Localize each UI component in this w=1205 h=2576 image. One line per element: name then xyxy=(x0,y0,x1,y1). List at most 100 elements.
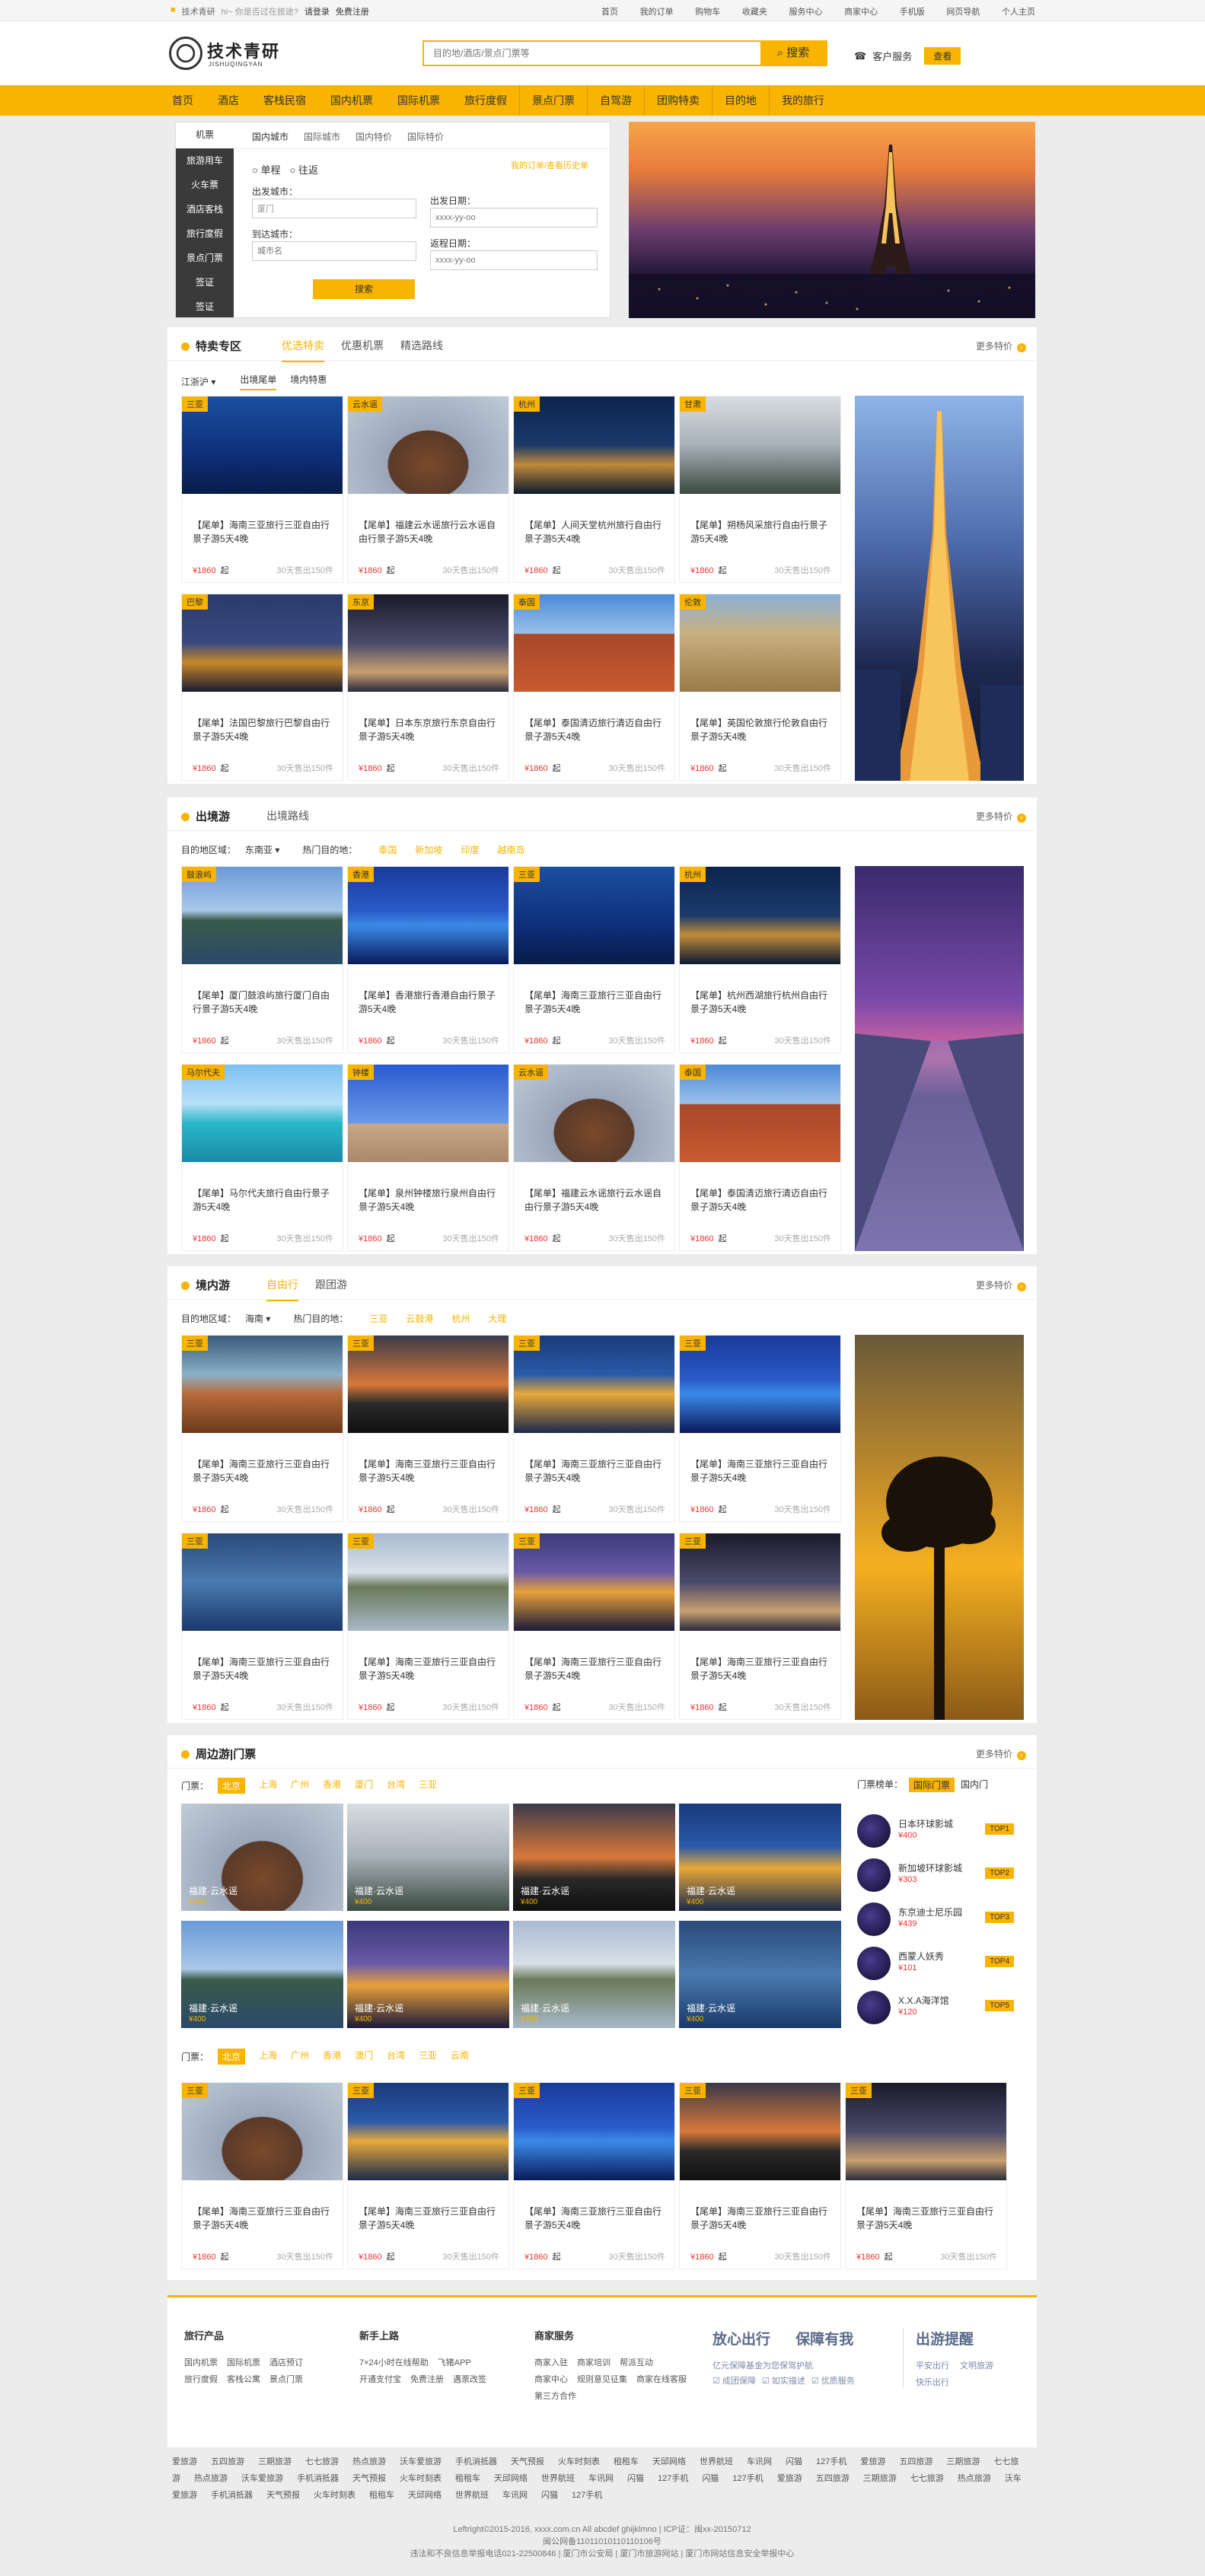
product-card[interactable]: 泰国 【尾单】泰国清迈旅行清迈自由行景子游5天4晚 ¥1860 起 30天售出150件 xyxy=(679,1064,841,1251)
service-view-button[interactable]: 查看 xyxy=(924,47,961,65)
friend-link[interactable]: 天邱网络 xyxy=(652,2457,686,2466)
footer-link[interactable]: 遇票改签 xyxy=(453,2373,486,2385)
footer-link[interactable]: 7×24小时在线帮助 xyxy=(359,2356,429,2368)
friend-link[interactable]: 手机消抵器 xyxy=(211,2491,253,2500)
friend-link[interactable]: 热点旅游 xyxy=(958,2474,991,2483)
product-card[interactable]: 三亚 【尾单】海南三亚旅行三亚自由行景子游5天4晚 ¥1860 起 30天售出150件 xyxy=(347,1533,509,1720)
top-link[interactable]: 购物车 xyxy=(695,5,720,18)
city-tab[interactable]: 台湾 xyxy=(387,1778,405,1794)
friend-link[interactable]: 世界航班 xyxy=(700,2457,733,2466)
top-link[interactable]: 首页 xyxy=(601,5,618,18)
nav-item[interactable]: 团购特卖 xyxy=(644,85,712,116)
hot-destination[interactable]: 云鼓港 xyxy=(406,1312,433,1325)
domestic-side-banner[interactable] xyxy=(855,1335,1024,1720)
booking-side-item[interactable]: 景点门票 xyxy=(176,246,234,270)
footer-link[interactable]: 商家培训 xyxy=(577,2356,610,2368)
rank-tab[interactable]: 国内门 xyxy=(961,1778,988,1792)
footer-link[interactable]: 国际机票 xyxy=(227,2356,260,2368)
product-title[interactable]: 【尾单】福建云水谣旅行云水谣自由行景子游5天4晚 xyxy=(524,1186,665,1214)
friend-link[interactable]: 五四旅游 xyxy=(816,2474,850,2483)
product-title[interactable]: 【尾单】马尔代夫旅行自由行景子游5天4晚 xyxy=(193,1186,333,1214)
product-title[interactable]: 【尾单】香港旅行香港自由行景子游5天4晚 xyxy=(359,989,499,1016)
friend-link[interactable]: 爱旅游 xyxy=(172,2457,197,2466)
product-card[interactable]: 泰国 【尾单】泰国清迈旅行清迈自由行景子游5天4晚 ¥1860 起 30天售出150件 xyxy=(513,594,675,781)
top-link[interactable]: 服务中心 xyxy=(789,5,823,18)
hot-destination[interactable]: 大理 xyxy=(488,1312,506,1325)
hot-destination[interactable]: 三亚 xyxy=(369,1312,387,1325)
city-tab[interactable]: 三亚 xyxy=(419,2049,437,2065)
to-city-input[interactable] xyxy=(252,241,416,261)
nav-item[interactable]: 酒店 xyxy=(206,85,251,116)
tip-link[interactable]: 平安出行 xyxy=(916,2359,949,2371)
hero-banner[interactable] xyxy=(629,122,1035,318)
friend-link[interactable]: 天邱网络 xyxy=(494,2474,528,2483)
section-tab[interactable]: 自由行 xyxy=(266,1277,298,1301)
filter-tab[interactable]: 境内特惠 xyxy=(290,373,327,390)
footer-link[interactable]: 商家中心 xyxy=(534,2373,568,2385)
booking-side-item[interactable]: 签证 xyxy=(176,295,234,319)
product-title[interactable]: 【尾单】海南三亚旅行三亚自由行景子游5天4晚 xyxy=(359,1655,499,1683)
product-title[interactable]: 【尾单】福建云水谣旅行云水谣自由行景子游5天4晚 xyxy=(359,518,499,546)
hot-destination[interactable]: 新加坡 xyxy=(415,843,442,856)
product-title[interactable]: 【尾单】海南三亚旅行三亚自由行景子游5天4晚 xyxy=(690,2205,831,2232)
city-tab[interactable]: 云南 xyxy=(451,2049,469,2065)
product-card[interactable]: 香港 【尾单】香港旅行香港自由行景子游5天4晚 ¥1860 起 30天售出150件 xyxy=(347,866,509,1053)
booking-side-item[interactable]: 火车票 xyxy=(176,173,234,197)
product-card[interactable]: 鼓浪屿 【尾单】厦门鼓浪屿旅行厦门自由行景子游5天4晚 ¥1860 起 30天售出150… xyxy=(181,866,343,1053)
friend-link[interactable]: 车讯网 xyxy=(588,2474,614,2483)
section-tab[interactable]: 精选路线 xyxy=(400,338,443,362)
my-orders-link[interactable]: 我的订单/查看历史单 xyxy=(511,161,595,171)
footer-link[interactable]: 商家入驻 xyxy=(534,2356,568,2368)
product-card[interactable]: 三亚 【尾单】海南三亚旅行三亚自由行景子游5天4晚 ¥1860 起 30天售出150件 xyxy=(347,2082,509,2269)
city-tab[interactable]: 广州 xyxy=(291,1778,309,1794)
product-title[interactable]: 【尾单】厦门鼓浪屿旅行厦门自由行景子游5天4晚 xyxy=(193,989,333,1016)
footer-link[interactable]: 景点门票 xyxy=(269,2373,303,2385)
product-card[interactable]: 巴黎 【尾单】法国巴黎旅行巴黎自由行景子游5天4晚 ¥1860 起 30天售出150件 xyxy=(181,594,343,781)
product-card[interactable]: 甘肃 【尾单】朔杨风采旅行自由行景子游5天4晚 ¥1860 起 30天售出150件 xyxy=(679,396,841,583)
product-title[interactable]: 【尾单】人间天堂杭州旅行自由行景子游5天4晚 xyxy=(524,518,665,546)
friend-link[interactable]: 127手机 xyxy=(658,2474,688,2483)
friend-link[interactable]: 五四旅游 xyxy=(211,2457,244,2466)
friend-link[interactable]: 闪猫 xyxy=(786,2457,802,2466)
product-title[interactable]: 【尾单】海南三亚旅行三亚自由行景子游5天4晚 xyxy=(193,2205,333,2232)
friend-link[interactable]: 天气预报 xyxy=(266,2491,300,2500)
product-card[interactable]: 三亚 【尾单】海南三亚旅行三亚自由行景子游5天4晚 ¥1860 起 30天售出150件 xyxy=(679,2082,841,2269)
section-tab[interactable]: 优选特卖 xyxy=(282,338,324,362)
rank-item[interactable]: 西蒙人妖秀 ¥101 TOP4 xyxy=(853,1941,1022,1985)
product-card[interactable]: 杭州 【尾单】杭州西湖旅行杭州自由行景子游5天4晚 ¥1860 起 30天售出150件 xyxy=(679,866,841,1053)
search-button[interactable]: ⌕ 搜索 xyxy=(760,42,826,65)
product-card[interactable]: 三亚 【尾单】海南三亚旅行三亚自由行景子游5天4晚 ¥1860 起 30天售出150件 xyxy=(181,396,343,583)
nearby-more-link[interactable]: 更多特价 xyxy=(976,1747,1026,1760)
booking-tab[interactable]: 国际特价 xyxy=(407,130,444,143)
city-tab[interactable]: 香港 xyxy=(323,1778,341,1794)
sale-city-select[interactable]: 江浙沪 ▾ xyxy=(181,375,215,388)
product-title[interactable]: 【尾单】海南三亚旅行三亚自由行景子游5天4晚 xyxy=(524,989,665,1016)
search-input[interactable] xyxy=(424,42,759,65)
booking-side-item[interactable]: 酒店客栈 xyxy=(176,197,234,221)
footer-link[interactable]: 酒店预订 xyxy=(269,2356,303,2368)
trip-one-way[interactable]: ○ 单程 xyxy=(252,162,280,177)
friend-link[interactable]: 127手机 xyxy=(572,2491,602,2500)
product-title[interactable]: 【尾单】海南三亚旅行三亚自由行景子游5天4晚 xyxy=(524,2205,665,2232)
friend-link[interactable]: 热点旅游 xyxy=(352,2457,386,2466)
product-card[interactable]: 杭州 【尾单】人间天堂杭州旅行自由行景子游5天4晚 ¥1860 起 30天售出150件 xyxy=(513,396,675,583)
product-title[interactable]: 【尾单】海南三亚旅行三亚自由行景子游5天4晚 xyxy=(690,1457,831,1485)
product-title[interactable]: 【尾单】法国巴黎旅行巴黎自由行景子游5天4晚 xyxy=(193,716,333,744)
product-card[interactable]: 三亚 【尾单】海南三亚旅行三亚自由行景子游5天4晚 ¥1860 起 30天售出150件 xyxy=(513,1533,675,1720)
product-card[interactable]: 云水谣 【尾单】福建云水谣旅行云水谣自由行景子游5天4晚 ¥1860 起 30天售出15… xyxy=(347,396,509,583)
booking-tab[interactable]: 国内城市 xyxy=(252,130,288,143)
gulang-image[interactable]: 福建·云水谣 ¥400 xyxy=(181,1921,343,2028)
domestic-area-select[interactable]: 海南 ▾ xyxy=(245,1312,270,1325)
nav-item[interactable]: 目的地 xyxy=(712,85,769,116)
product-title[interactable]: 【尾单】海南三亚旅行三亚自由行景子游5天4晚 xyxy=(856,2205,997,2232)
top-link[interactable]: 我的订单 xyxy=(640,5,674,18)
nav-item[interactable]: 首页 xyxy=(169,85,206,116)
booking-side-item[interactable]: 旅行度假 xyxy=(176,221,234,246)
domestic-more-link[interactable]: 更多特价 xyxy=(976,1278,1026,1291)
friend-link[interactable]: 车讯网 xyxy=(747,2457,772,2466)
top-link[interactable]: 手机版 xyxy=(900,5,925,18)
hot-destination[interactable]: 泰国 xyxy=(378,843,397,856)
sale-side-banner[interactable] xyxy=(855,396,1024,781)
product-card[interactable]: 三亚 【尾单】海南三亚旅行三亚自由行景子游5天4晚 ¥1860 起 30天售出150件 xyxy=(679,1335,841,1522)
friend-link[interactable]: 爱旅游 xyxy=(860,2457,885,2466)
